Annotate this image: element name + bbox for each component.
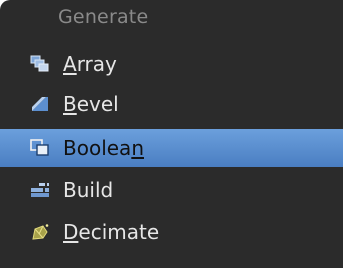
boolean-icon [30,139,49,156]
menu-item-decimate[interactable]: Decimate [0,214,343,250]
menu-item-label: Boolean [63,136,144,160]
generate-modifier-menu: Generate Array Bevel Boolean Build Decim… [0,0,343,278]
bevel-icon [32,97,48,111]
menu-header: Generate [58,6,149,28]
menu-item-boolean[interactable]: Boolean [0,129,343,167]
menu-item-bevel[interactable]: Bevel [0,86,343,122]
decimate-icon [32,224,49,240]
menu-item-build[interactable]: Build [0,172,343,208]
menu-item-label: Array [63,52,117,76]
menu-item-label: Build [63,178,114,202]
menu-item-array[interactable]: Array [0,46,343,82]
menu-item-label: Decimate [63,220,160,244]
partial-item-label [66,272,186,276]
array-icon [30,55,49,72]
menu-item-label: Bevel [63,92,119,116]
build-icon [31,183,49,197]
partial-item-icon [28,270,50,278]
